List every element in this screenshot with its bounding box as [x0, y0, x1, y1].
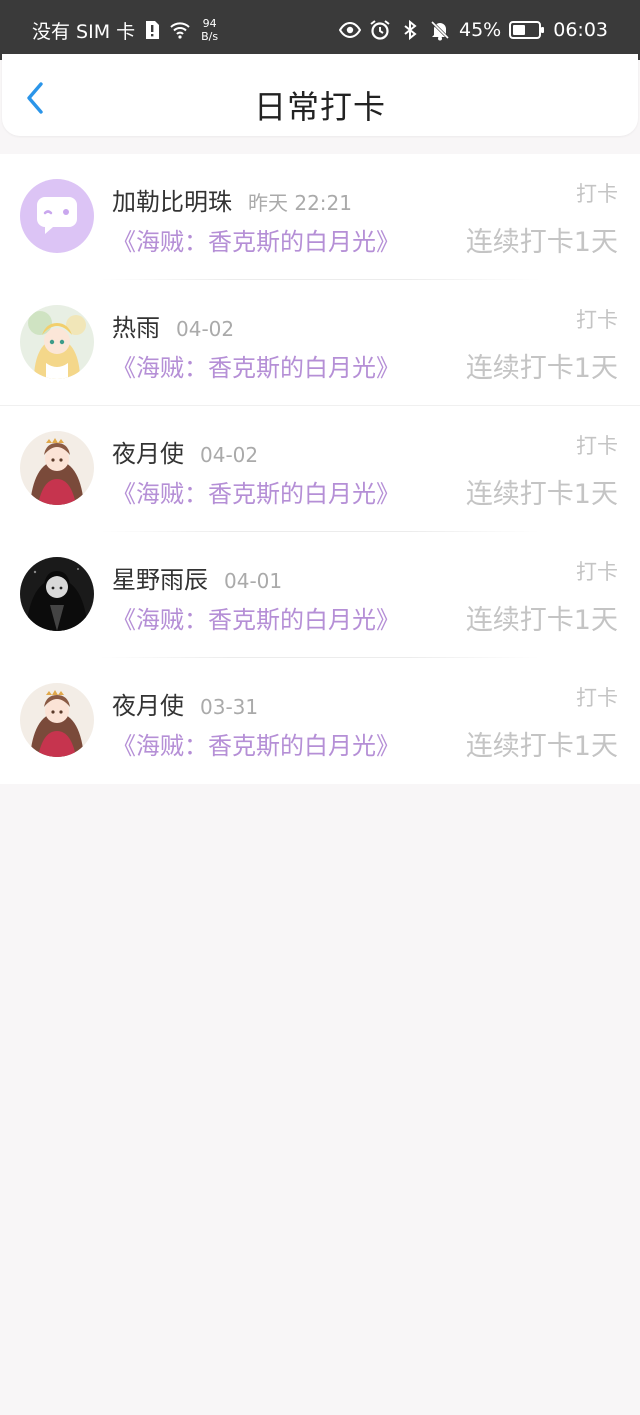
streak-text: 连续打卡1天 — [465, 227, 618, 258]
bluetooth-icon — [399, 19, 421, 41]
app-header: 日常打卡 — [2, 54, 638, 136]
mute-bell-icon — [429, 19, 451, 41]
checkin-time: 04-01 — [224, 569, 283, 593]
user-name: 热雨 04-02 — [112, 308, 234, 343]
net-speed: 94 B/s — [201, 17, 218, 43]
status-bar: 没有 SIM 卡 94 B/s 45% 06:03 — [0, 0, 640, 60]
avatar[interactable] — [20, 179, 94, 253]
avatar[interactable] — [20, 431, 94, 505]
user-name-text: 星野雨辰 — [112, 566, 208, 594]
status-bar-left: 没有 SIM 卡 94 B/s — [32, 17, 218, 44]
streak-text: 连续打卡1天 — [465, 353, 618, 384]
user-name: 夜月使 03-31 — [112, 686, 258, 721]
chat-bubble-avatar-icon — [20, 179, 94, 253]
checkin-list: 加勒比明珠 昨天 22:21 《海贼：香克斯的白月光》 打卡 连续打卡1天 热雨 0… — [0, 154, 640, 784]
list-item[interactable]: 夜月使 03-31 《海贼：香克斯的白月光》 打卡 连续打卡1天 — [0, 658, 640, 784]
list-item[interactable]: 星野雨辰 04-01 《海贼：香克斯的白月光》 打卡 连续打卡1天 — [0, 532, 640, 658]
checkin-label: 打卡 — [576, 308, 618, 332]
alarm-icon — [369, 19, 391, 41]
user-name: 夜月使 04-02 — [112, 434, 258, 469]
user-name-text: 加勒比明珠 — [112, 188, 232, 216]
checkin-time: 03-31 — [200, 695, 259, 719]
user-name: 星野雨辰 04-01 — [112, 560, 282, 595]
checkin-time: 04-02 — [176, 317, 235, 341]
net-speed-value: 94 — [202, 17, 217, 30]
book-link[interactable]: 《海贼：香克斯的白月光》 — [112, 348, 400, 383]
carrier-label: 没有 SIM 卡 — [32, 20, 136, 43]
anime-girl-red-dress-avatar-icon — [20, 431, 94, 505]
avatar[interactable] — [20, 305, 94, 379]
sim-alert-icon — [141, 19, 163, 41]
avatar[interactable] — [20, 683, 94, 757]
book-link[interactable]: 《海贼：香克斯的白月光》 — [112, 726, 400, 761]
book-link[interactable]: 《海贼：香克斯的白月光》 — [112, 600, 400, 635]
user-name: 加勒比明珠 昨天 22:21 — [112, 182, 352, 217]
checkin-label: 打卡 — [576, 686, 618, 710]
user-name-text: 夜月使 — [112, 692, 184, 720]
battery-percent: 45% — [459, 19, 502, 41]
wifi-icon — [169, 19, 191, 41]
clock: 06:03 — [553, 19, 608, 41]
eye-icon — [339, 19, 361, 41]
net-speed-unit: B/s — [201, 30, 219, 43]
user-name-text: 夜月使 — [112, 440, 184, 468]
battery-icon — [509, 20, 545, 40]
streak-text: 连续打卡1天 — [465, 605, 618, 636]
checkin-label: 打卡 — [576, 182, 618, 206]
dark-anime-avatar-icon — [20, 557, 94, 631]
book-link[interactable]: 《海贼：香克斯的白月光》 — [112, 222, 400, 257]
anime-girl-avatar-icon — [20, 305, 94, 379]
checkin-label: 打卡 — [576, 560, 618, 584]
avatar[interactable] — [20, 557, 94, 631]
list-item[interactable]: 热雨 04-02 《海贼：香克斯的白月光》 打卡 连续打卡1天 — [0, 280, 640, 406]
streak-text: 连续打卡1天 — [465, 731, 618, 762]
checkin-time: 04-02 — [200, 443, 259, 467]
book-link[interactable]: 《海贼：香克斯的白月光》 — [112, 474, 400, 509]
page-title: 日常打卡 — [253, 88, 386, 126]
checkin-label: 打卡 — [576, 434, 618, 458]
anime-girl-red-dress-avatar-icon — [20, 683, 94, 757]
status-bar-right: 45% 06:03 — [339, 19, 608, 41]
checkin-time: 昨天 22:21 — [248, 191, 352, 215]
streak-text: 连续打卡1天 — [465, 479, 618, 510]
list-item[interactable]: 加勒比明珠 昨天 22:21 《海贼：香克斯的白月光》 打卡 连续打卡1天 — [0, 154, 640, 280]
user-name-text: 热雨 — [112, 314, 160, 342]
list-item[interactable]: 夜月使 04-02 《海贼：香克斯的白月光》 打卡 连续打卡1天 — [0, 406, 640, 532]
